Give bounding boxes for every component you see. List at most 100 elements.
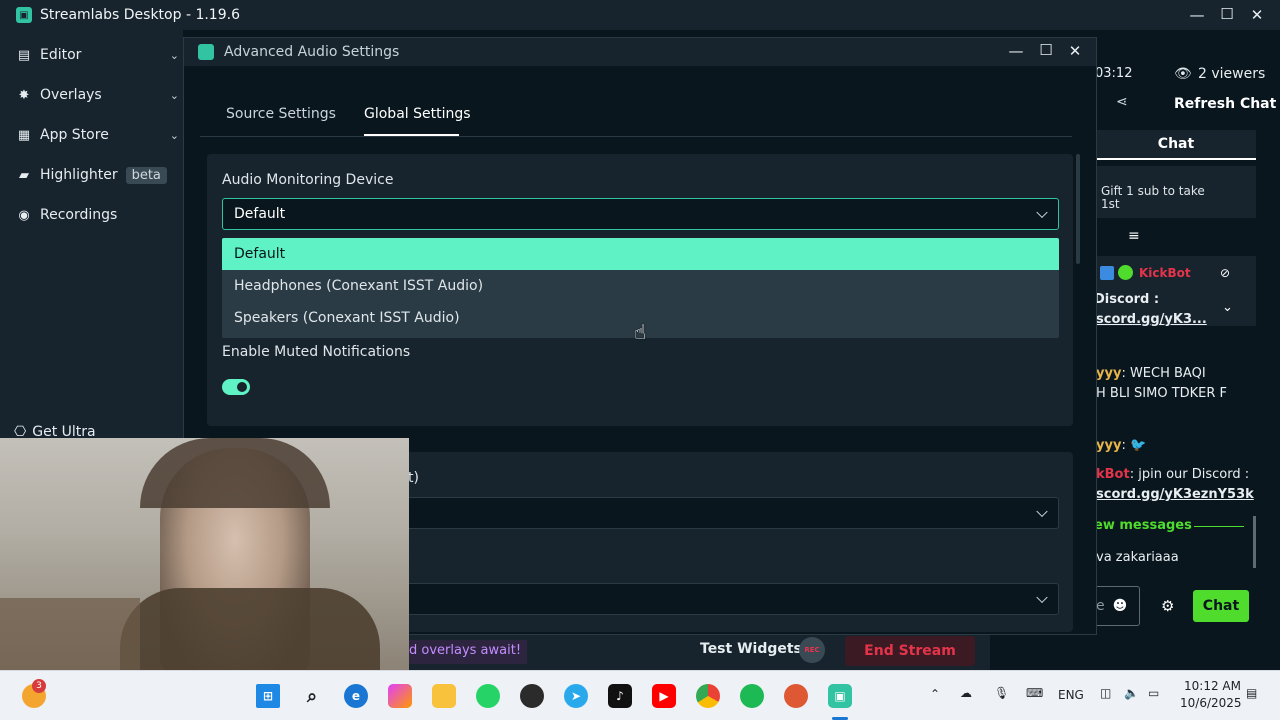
chevron-down-icon[interactable]: ⌄	[170, 89, 179, 102]
telegram-icon[interactable]: ➤	[564, 684, 588, 708]
chevron-down-icon	[1036, 206, 1048, 219]
minimize-icon[interactable]: —	[1001, 42, 1031, 60]
file-explorer-icon[interactable]	[432, 684, 456, 708]
windows-taskbar: 3 ⊞ ⌕ e ➤ ♪ ▶ ▣ ⌃ ☁ 🎙 ⌨ ENG ◫ 🔈 ▭ 10:12 …	[0, 670, 1280, 720]
tiktok-icon[interactable]: ♪	[608, 684, 632, 708]
muted-notifications-toggle[interactable]	[222, 379, 250, 395]
whatsapp-icon[interactable]	[476, 684, 500, 708]
chat-message: yyy: WECH BAQI	[1096, 366, 1206, 381]
chat-message-cont: H BLI SIMO TDKER F	[1096, 386, 1228, 401]
battery-icon[interactable]: ▭	[1148, 686, 1159, 700]
store-icon: ▦	[17, 127, 31, 143]
chevron-down-icon[interactable]: ⌄	[170, 49, 179, 62]
app-title: Streamlabs Desktop - 1.19.6	[40, 7, 240, 23]
dropdown-option-headphones[interactable]: Headphones (Conexant ISST Audio)	[222, 270, 1059, 302]
end-stream-button[interactable]: End Stream	[845, 636, 975, 666]
beta-badge: beta	[125, 166, 167, 184]
hand-cursor-icon: ☝	[634, 320, 647, 344]
chevron-up-icon[interactable]: ⌃	[930, 687, 940, 701]
minimize-icon[interactable]: —	[1182, 6, 1212, 24]
sidebar-item-label: App Store	[40, 127, 109, 143]
modal-title: Advanced Audio Settings	[224, 44, 400, 60]
sidebar-item-recordings[interactable]: ◉ Recordings	[0, 195, 183, 235]
streamlabs-logo-icon	[198, 44, 214, 60]
edge-icon[interactable]: e	[344, 684, 368, 708]
language-indicator[interactable]: ENG	[1058, 688, 1084, 702]
discord-link[interactable]: scord.gg/yK3eznY53k	[1096, 487, 1254, 502]
chat-message: va zakariaaa	[1096, 550, 1179, 565]
sidebar-item-app-store[interactable]: ▦ App Store ⌄	[0, 115, 183, 155]
chrome-icon[interactable]	[696, 684, 720, 708]
sidebar-item-label: Highlighter	[40, 167, 118, 183]
chat-send-button[interactable]: Chat	[1193, 590, 1249, 622]
dropdown-option-default[interactable]: Default	[222, 238, 1059, 270]
chevron-down-icon[interactable]: ⌄	[1222, 300, 1233, 315]
chat-message: yyy: 🐦	[1096, 438, 1147, 453]
pinned-line-1: Discord :	[1094, 292, 1160, 307]
promo-text[interactable]: d overlays await!	[409, 640, 528, 664]
shirt	[120, 588, 380, 670]
volume-icon[interactable]: 🔈	[1124, 686, 1139, 700]
sidebar-item-editor[interactable]: ▤ Editor ⌄	[0, 35, 183, 75]
test-widgets-button[interactable]: Test Widgets	[700, 641, 802, 657]
chat-panel: 03:12 👁 2 viewers ⋖ Refresh Chat Chat Gi…	[1090, 56, 1280, 670]
record-button[interactable]: REC	[799, 637, 825, 663]
viewer-count: 2 viewers	[1198, 66, 1266, 82]
chat-message: kBot: jpin our Discord :	[1096, 467, 1250, 482]
bottom-bar: d overlays await! Test Widgets REC End S…	[409, 635, 990, 670]
maximize-icon[interactable]: ☐	[1212, 5, 1242, 23]
sidebar-item-label: Overlays	[40, 87, 102, 103]
streamlabs-logo-icon: ▣	[16, 7, 32, 23]
wifi-icon[interactable]: ◫	[1100, 686, 1111, 700]
chat-tab[interactable]: Chat	[1096, 130, 1256, 160]
windows-start-icon[interactable]: ⊞	[256, 684, 280, 708]
emoji-icon[interactable]: ☻	[1113, 598, 1128, 614]
eye-icon: 👁	[1174, 66, 1192, 82]
partial-field-label: t)	[408, 470, 419, 486]
notification-badge: 3	[32, 679, 46, 693]
notifications-icon[interactable]: ▤	[1246, 686, 1257, 700]
tab-source-settings[interactable]: Source Settings	[226, 106, 336, 122]
chevron-down-icon	[1036, 505, 1048, 518]
refresh-chat-button[interactable]: Refresh Chat	[1174, 96, 1276, 112]
close-icon[interactable]: ✕	[1242, 6, 1272, 24]
verified-icon	[1118, 265, 1133, 280]
clock-time[interactable]: 10:12 AM	[1184, 679, 1241, 693]
chevron-down-icon[interactable]: ⌄	[170, 129, 179, 142]
duckduckgo-icon[interactable]	[784, 684, 808, 708]
streamlabs-icon[interactable]: ▣	[828, 684, 852, 708]
muted-notifications-label: Enable Muted Notifications	[222, 344, 411, 360]
chat-input[interactable]: e ☻	[1094, 586, 1140, 626]
copilot-icon[interactable]	[388, 684, 412, 708]
new-messages-divider[interactable]: ew messages	[1094, 518, 1192, 533]
chat-scrollbar[interactable]	[1253, 516, 1256, 568]
gift-line-2: 1st	[1101, 197, 1120, 211]
modal-scrollbar[interactable]	[1076, 154, 1080, 264]
bird-emote-icon: 🐦	[1129, 438, 1147, 453]
cloud-icon[interactable]: ☁	[960, 686, 972, 700]
obs-icon[interactable]	[520, 684, 544, 708]
audio-monitoring-select[interactable]: Default	[222, 198, 1059, 230]
spotify-icon[interactable]	[740, 684, 764, 708]
pinned-link[interactable]: scord.gg/yK3...	[1096, 312, 1207, 327]
sidebar-item-overlays[interactable]: ✸ Overlays ⌄	[0, 75, 183, 115]
sidebar-item-highlighter[interactable]: ▰ Highlighter beta	[0, 155, 183, 195]
close-icon[interactable]: ✕	[1060, 42, 1090, 60]
search-icon[interactable]: ⌕	[300, 684, 324, 708]
collapse-icon[interactable]: ≡	[1128, 228, 1140, 244]
gear-icon[interactable]: ⚙	[1161, 597, 1174, 615]
youtube-icon[interactable]: ▶	[652, 684, 676, 708]
bot-name: KickBot	[1139, 266, 1191, 280]
app-titlebar: ▣ Streamlabs Desktop - 1.19.6 — ☐ ✕	[0, 0, 1280, 30]
hide-icon[interactable]: ⊘	[1220, 266, 1230, 280]
tab-global-settings[interactable]: Global Settings	[364, 106, 471, 122]
keyboard-icon[interactable]: ⌨	[1026, 686, 1043, 700]
microphone-icon[interactable]: 🎙	[994, 686, 1009, 700]
modal-titlebar: Advanced Audio Settings — ☐ ✕	[184, 38, 1096, 66]
bot-badge-icon	[1100, 266, 1114, 280]
clock-date[interactable]: 10/6/2025	[1180, 696, 1242, 710]
share-icon[interactable]: ⋖	[1116, 94, 1128, 110]
webcam-feed	[0, 438, 409, 670]
maximize-icon[interactable]: ☐	[1031, 41, 1061, 59]
audio-monitoring-label: Audio Monitoring Device	[222, 172, 394, 188]
